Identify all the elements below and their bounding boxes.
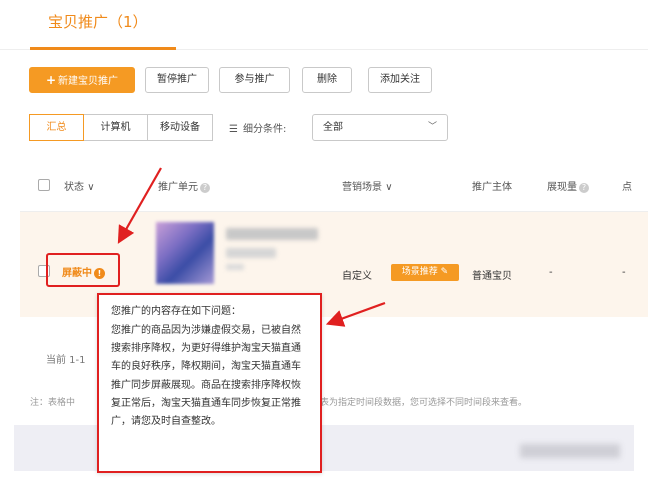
chevron-down-icon: ﹀ <box>427 122 437 132</box>
scene-custom: 自定义 <box>342 271 372 282</box>
new-promotion-button[interactable]: + 新建宝贝推广 <box>29 67 135 93</box>
table-header: 状态 ∨ 推广单元? 营销场景 ∨ 推广主体 展现量? 点 <box>20 160 648 212</box>
plus-icon: + <box>45 73 57 87</box>
chevron-down-icon: ∨ <box>87 182 95 193</box>
header-status[interactable]: 状态 ∨ <box>64 178 95 193</box>
header-scene[interactable]: 营销场景 ∨ <box>342 178 393 193</box>
bottom-blurred-text <box>520 444 620 458</box>
tab-mobile[interactable]: 移动设备 <box>147 114 213 141</box>
filter-select[interactable]: 全部 ﹀ <box>312 114 448 141</box>
header-unit: 推广单元? <box>158 178 210 193</box>
header-clicks: 点 <box>622 182 632 193</box>
help-icon[interactable]: ? <box>579 183 589 193</box>
filter-label: ☰ 细分条件: <box>229 124 287 135</box>
table-note: 注：表格中 <box>30 398 76 408</box>
list-icon: ☰ <box>229 124 238 135</box>
status-cell[interactable]: 屏蔽中! <box>62 264 105 279</box>
pagination-info: 当前 1-1 <box>46 355 86 366</box>
tab-summary[interactable]: 汇总 <box>29 114 84 141</box>
select-all-checkbox[interactable] <box>38 179 50 191</box>
status-tooltip: 您推广的内容存在如下问题： 您推广的商品因为涉嫌虚假交易，已被自然搜索排序降权，… <box>97 293 322 473</box>
edit-icon: ✎ <box>440 267 449 277</box>
product-meta-blurred <box>226 248 276 258</box>
impressions-cell: - <box>549 267 553 278</box>
join-promotion-button[interactable]: 参与推广 <box>219 67 290 93</box>
tooltip-body: 您推广的商品因为涉嫌虚假交易，已被自然搜索排序降权，为更好得维护淘宝天猫直通车的… <box>111 325 301 428</box>
delete-button[interactable]: 删除 <box>302 67 352 93</box>
chevron-down-icon: ∨ <box>385 182 393 193</box>
product-thumbnail[interactable] <box>156 222 214 284</box>
scene-recommend-badge[interactable]: 场景推荐 ✎ <box>391 264 459 281</box>
header-impressions: 展现量? <box>547 178 589 193</box>
header-subject: 推广主体 <box>472 182 512 193</box>
tab-active-underline <box>30 47 176 50</box>
product-meta-blurred <box>226 264 244 270</box>
clicks-cell: - <box>622 267 626 278</box>
tab-bar: 宝贝推广（1） <box>0 0 648 50</box>
product-title-blurred <box>226 228 318 240</box>
add-follow-button[interactable]: 添加关注 <box>368 67 432 93</box>
tab-baby-promotion[interactable]: 宝贝推广（1） <box>30 12 176 50</box>
tab-computer[interactable]: 计算机 <box>83 114 148 141</box>
warning-icon[interactable]: ! <box>94 268 105 279</box>
pause-promotion-button[interactable]: 暂停推广 <box>145 67 209 93</box>
tooltip-title: 您推广的内容存在如下问题： <box>111 306 241 317</box>
table-note-right: 表为指定时间段数据，您可选择不同时间段来查看。 <box>320 398 528 408</box>
help-icon[interactable]: ? <box>200 183 210 193</box>
subject-cell: 普通宝贝 <box>472 271 512 282</box>
